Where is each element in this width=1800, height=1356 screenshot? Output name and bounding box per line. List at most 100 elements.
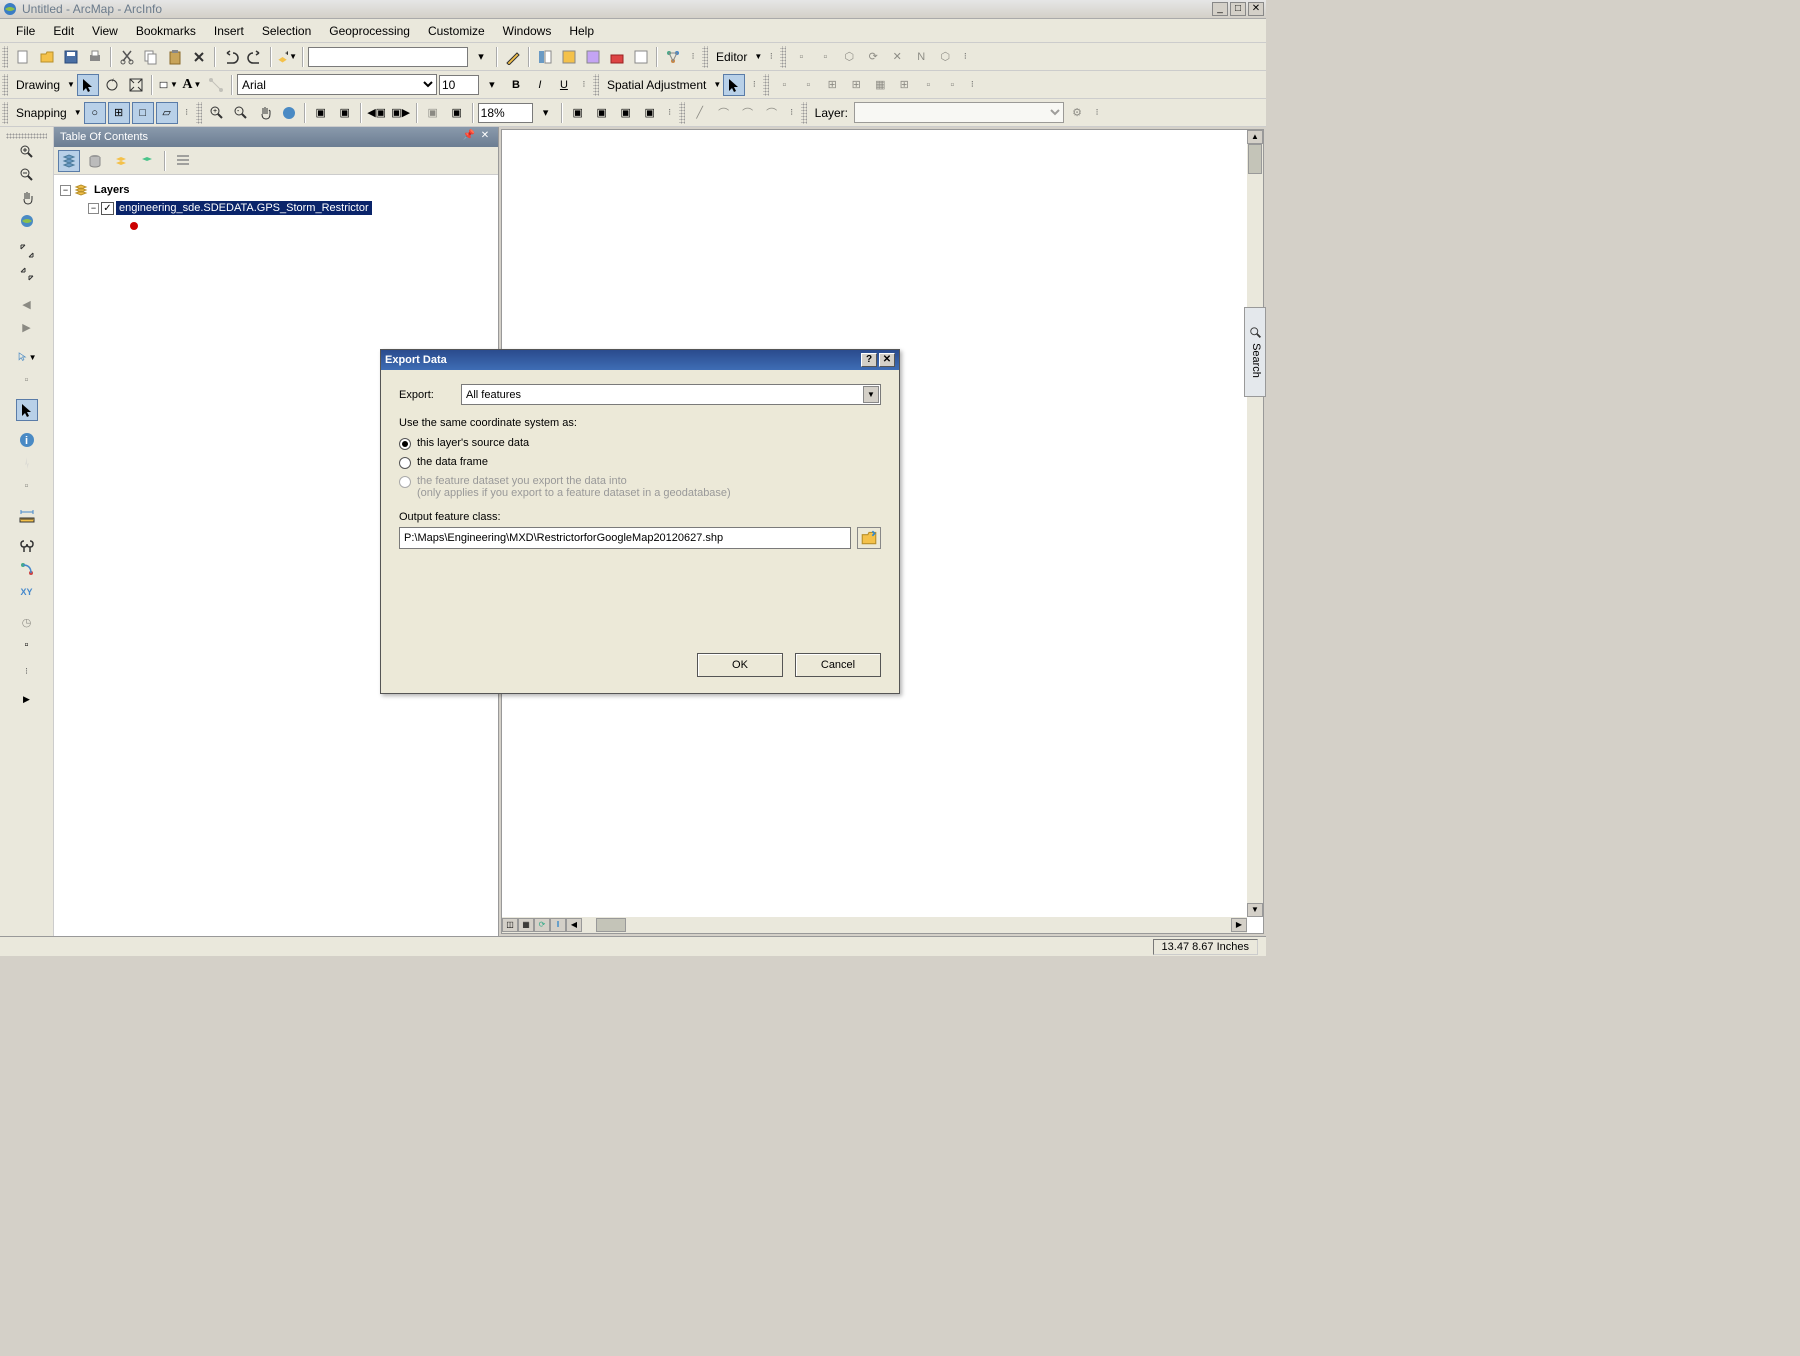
menu-file[interactable]: File <box>8 22 43 40</box>
collapse-icon[interactable]: − <box>60 185 71 196</box>
menu-edit[interactable]: Edit <box>45 22 82 40</box>
save-icon[interactable] <box>60 46 82 68</box>
horizontal-scrollbar[interactable]: ◫ ▦ ⟳ ‖ ◀ ▶ <box>502 917 1247 933</box>
rotate-icon[interactable] <box>101 74 123 96</box>
change-layout-icon[interactable]: ▣ <box>615 102 637 124</box>
menu-insert[interactable]: Insert <box>206 22 252 40</box>
rectangle-icon[interactable]: ▼ <box>157 74 179 96</box>
modelbuilder-icon[interactable] <box>662 46 684 68</box>
close-panel-icon[interactable]: ✕ <box>478 130 492 144</box>
dialog-help-button[interactable]: ? <box>861 353 877 367</box>
cancel-button[interactable]: Cancel <box>795 653 881 677</box>
layer-visibility-checkbox[interactable]: ✓ <box>101 202 114 215</box>
select-elements-icon[interactable] <box>77 74 99 96</box>
select-elements-icon[interactable] <box>16 399 38 421</box>
dropdown-arrow-icon[interactable]: ▼ <box>863 386 879 403</box>
scale-dropdown-icon[interactable]: ▾ <box>470 46 492 68</box>
export-select[interactable]: All features ▼ <box>461 384 881 405</box>
toolbar-chevron[interactable]: ⁝ <box>749 74 759 96</box>
menu-bookmarks[interactable]: Bookmarks <box>128 22 204 40</box>
font-size-dropdown[interactable]: ▾ <box>481 74 503 96</box>
find-icon[interactable] <box>16 535 38 557</box>
menu-help[interactable]: Help <box>561 22 602 40</box>
italic-icon[interactable]: I <box>529 74 551 96</box>
scale-input[interactable] <box>308 47 468 67</box>
toolbar-chevron[interactable]: ⁝ <box>787 102 797 124</box>
toolbar-grip[interactable] <box>2 74 8 96</box>
toolbar-chevron[interactable]: ⁝ <box>579 74 589 96</box>
find-route-icon[interactable] <box>16 558 38 580</box>
toolbar-chevron[interactable]: ⁝ <box>665 102 675 124</box>
radio-icon[interactable] <box>399 438 411 450</box>
menu-view[interactable]: View <box>84 22 126 40</box>
toc-options-icon[interactable] <box>172 150 194 172</box>
list-by-drawing-order-icon[interactable] <box>58 150 80 172</box>
browse-button[interactable] <box>857 527 881 549</box>
print-icon[interactable] <box>84 46 106 68</box>
underline-icon[interactable]: U <box>553 74 575 96</box>
arctoolbox-icon[interactable] <box>606 46 628 68</box>
dialog-titlebar[interactable]: Export Data ? ✕ <box>381 350 899 370</box>
toolbar-chevron[interactable]: ⁝ <box>1092 102 1102 124</box>
tree-row-dataframe[interactable]: − Layers <box>60 181 492 199</box>
redo-icon[interactable] <box>244 46 266 68</box>
vertical-scrollbar[interactable]: ▲ ▼ <box>1247 130 1263 917</box>
text-icon[interactable]: A▼ <box>181 74 203 96</box>
collapse-icon[interactable]: − <box>88 203 99 214</box>
measure-icon[interactable] <box>16 505 38 527</box>
toolbar-grip[interactable] <box>196 102 202 124</box>
list-by-visibility-icon[interactable] <box>110 150 132 172</box>
scroll-up-icon[interactable]: ▲ <box>1247 130 1263 144</box>
fixed-zoom-in-icon[interactable]: ▣ <box>310 102 332 124</box>
back-extent-icon[interactable]: ◀▣ <box>366 102 388 124</box>
dialog-close-button[interactable]: ✕ <box>879 353 895 367</box>
undo-icon[interactable] <box>220 46 242 68</box>
radio-icon[interactable] <box>399 457 411 469</box>
toolbar-grip[interactable] <box>2 102 8 124</box>
toolbar-chevron[interactable]: ⁝ <box>22 660 32 682</box>
menu-geoprocessing[interactable]: Geoprocessing <box>321 22 418 40</box>
radio-source-data[interactable]: this layer's source data <box>399 437 881 450</box>
toolbar-grip[interactable] <box>801 102 807 124</box>
spatial-adjustment-label[interactable]: Spatial Adjustment <box>603 78 710 92</box>
select-features-icon[interactable]: ▼ <box>16 346 38 368</box>
data-driven-icon[interactable]: ▣ <box>639 102 661 124</box>
editor-label[interactable]: Editor <box>712 50 751 64</box>
output-path-input[interactable] <box>399 527 851 549</box>
delete-icon[interactable] <box>188 46 210 68</box>
layout-zoom-icon[interactable]: ▣ <box>446 102 468 124</box>
point-symbol-icon[interactable] <box>130 222 138 230</box>
scroll-down-icon[interactable]: ▼ <box>1247 903 1263 917</box>
menu-windows[interactable]: Windows <box>495 22 560 40</box>
fixed-zoom-out-icon[interactable] <box>16 263 38 285</box>
open-icon[interactable] <box>36 46 58 68</box>
paste-icon[interactable] <box>164 46 186 68</box>
toggle-draft-icon[interactable]: ▣ <box>567 102 589 124</box>
snap-end-icon[interactable]: ⊞ <box>108 102 130 124</box>
full-extent-icon[interactable] <box>278 102 300 124</box>
menu-customize[interactable]: Customize <box>420 22 493 40</box>
data-view-icon[interactable]: ◫ <box>502 918 518 932</box>
toolbar-grip[interactable] <box>763 74 769 96</box>
toolbar-grip[interactable] <box>780 46 786 68</box>
list-by-selection-icon[interactable] <box>136 150 158 172</box>
toolbar-grip[interactable] <box>679 102 685 124</box>
search-window-icon[interactable] <box>582 46 604 68</box>
snap-vertex-icon[interactable]: □ <box>132 102 154 124</box>
toolbar-grip[interactable] <box>593 74 599 96</box>
font-select[interactable]: Arial <box>237 74 437 95</box>
drawing-label[interactable]: Drawing <box>12 78 64 92</box>
pin-icon[interactable]: 📌 <box>462 130 476 144</box>
focus-dataframe-icon[interactable]: ▣ <box>591 102 613 124</box>
add-data-icon[interactable]: +▼ <box>276 46 298 68</box>
copy-icon[interactable] <box>140 46 162 68</box>
layer-label[interactable]: engineering_sde.SDEDATA.GPS_Storm_Restri… <box>116 201 372 215</box>
layout-view-icon[interactable]: ▦ <box>518 918 534 932</box>
tree-row-symbol[interactable] <box>60 217 492 235</box>
tree-row-layer[interactable]: − ✓ engineering_sde.SDEDATA.GPS_Storm_Re… <box>60 199 492 217</box>
zoom-percent-input[interactable] <box>478 103 533 123</box>
scroll-left-icon[interactable]: ◀ <box>566 918 582 932</box>
maximize-button[interactable]: □ <box>1230 2 1246 16</box>
zoom-in-icon[interactable]: + <box>206 102 228 124</box>
toolbar-grip[interactable] <box>702 46 708 68</box>
